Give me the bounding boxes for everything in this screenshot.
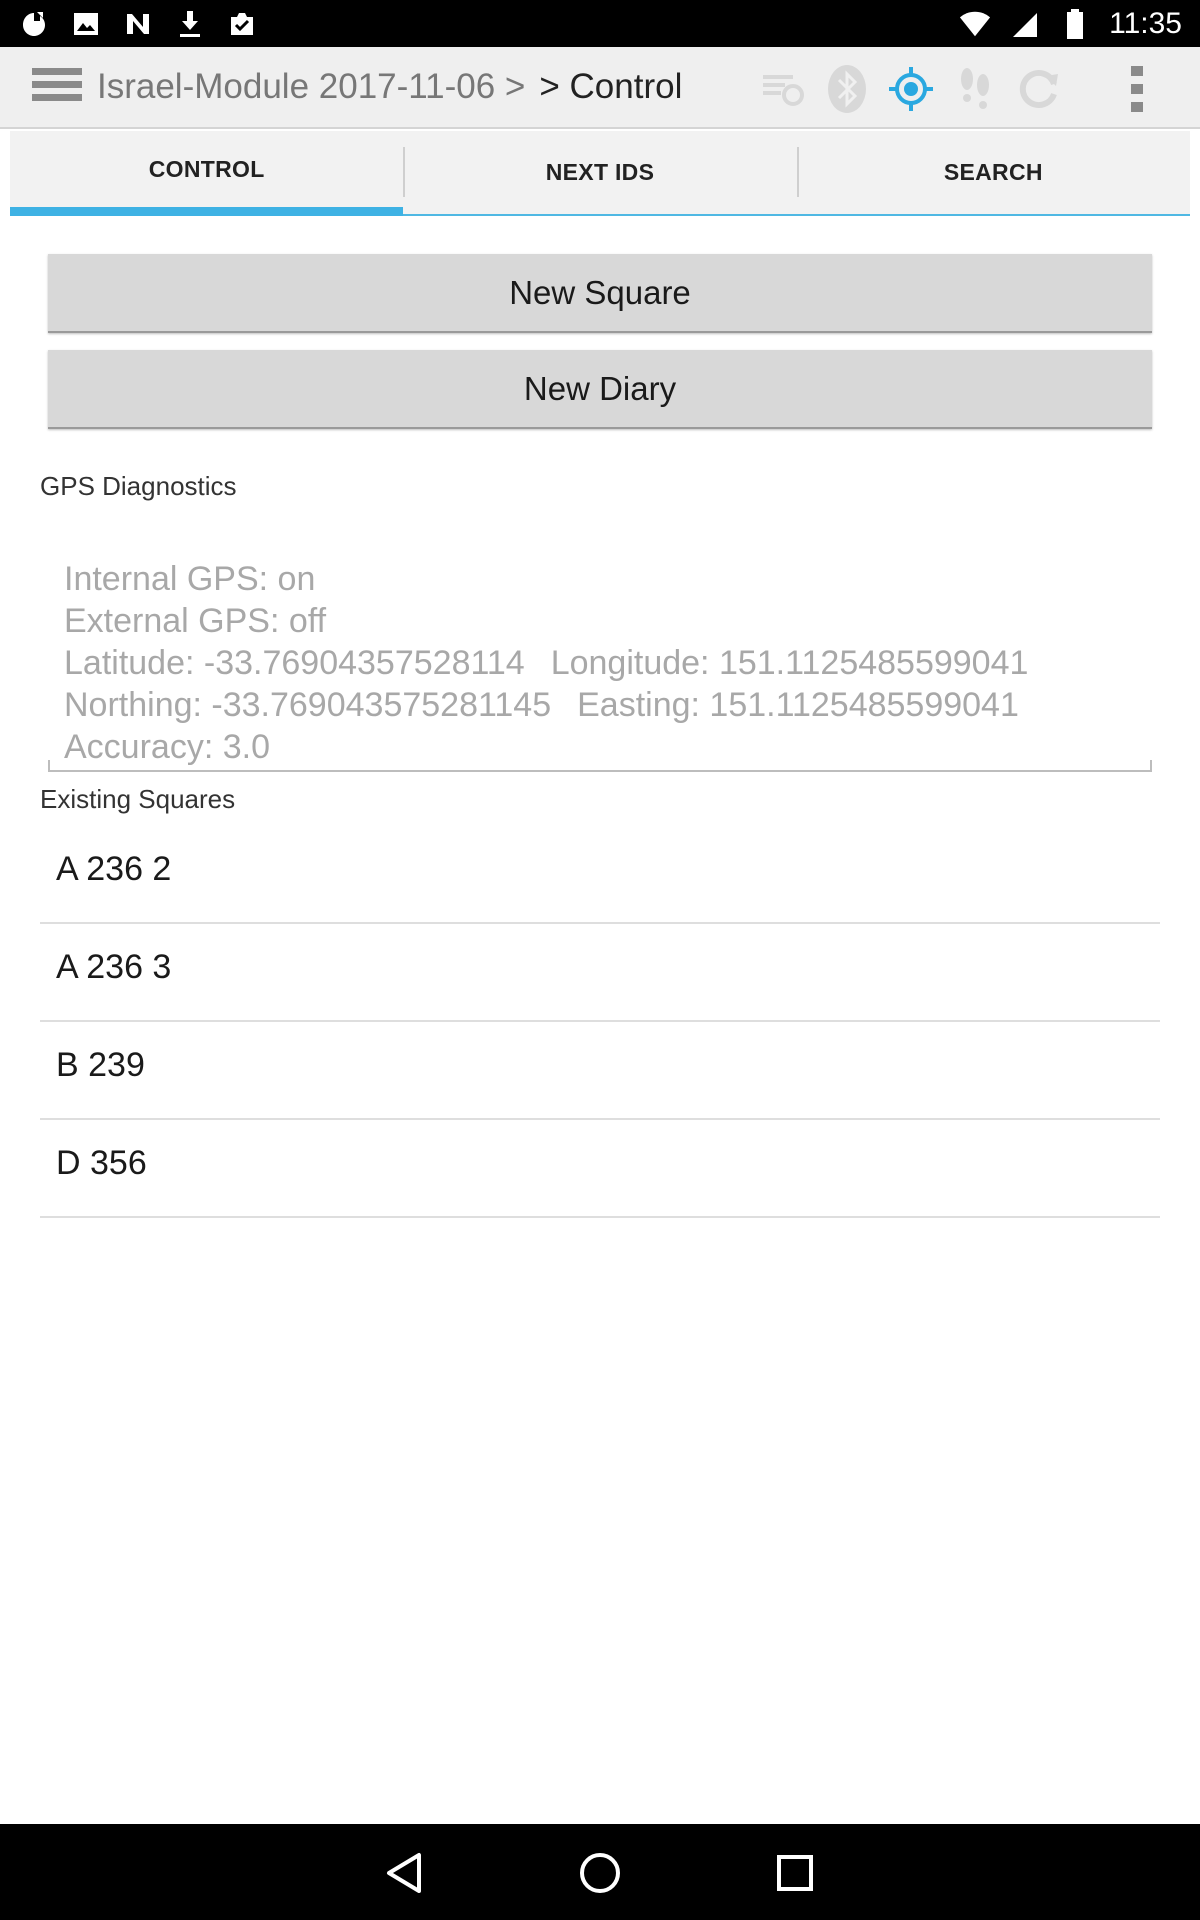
tab-next-ids[interactable]: NEXT IDS: [403, 131, 797, 216]
tab-control[interactable]: CONTROL: [10, 131, 404, 216]
notification-icons: [18, 8, 258, 40]
list-item[interactable]: D 356: [40, 1120, 1160, 1218]
list-item[interactable]: A 236 2: [40, 826, 1160, 924]
existing-squares-label: Existing Squares: [40, 784, 236, 814]
existing-squares-list: A 236 2 A 236 3 B 239 D 356: [40, 826, 1160, 1218]
app-notification-icon: [18, 8, 50, 40]
gps-diagnostics-label: GPS Diagnostics: [40, 471, 237, 501]
new-square-button[interactable]: New Square: [48, 254, 1152, 333]
home-icon[interactable]: [575, 1848, 625, 1898]
lat-lon-row: Latitude: -33.76904357528114 Longitude: 1…: [64, 642, 1152, 684]
breadcrumb-current: > Control: [539, 67, 683, 106]
battery-icon: [1059, 8, 1091, 40]
list-item[interactable]: A 236 3: [40, 924, 1160, 1022]
sync-icon[interactable]: [758, 64, 808, 114]
status-bar: 11:35: [0, 0, 1200, 47]
recents-icon[interactable]: [770, 1848, 820, 1898]
play-store-icon: [226, 8, 258, 40]
easting-value: Easting: 151.1125485599041: [577, 686, 1019, 724]
download-icon: [174, 8, 206, 40]
image-icon: [70, 8, 102, 40]
n-app-icon: [122, 8, 154, 40]
menu-icon[interactable]: [32, 68, 82, 108]
bluetooth-icon[interactable]: [822, 64, 872, 114]
latitude-value: Latitude: -33.76904357528114: [64, 644, 525, 682]
navigation-bar: [0, 1824, 1200, 1920]
overflow-menu-icon[interactable]: [1112, 64, 1162, 114]
refresh-icon[interactable]: [1014, 64, 1064, 114]
northing-easting-row: Northing: -33.769043575281145 Easting: 15…: [64, 684, 1152, 726]
breadcrumb: Israel-Module 2017-11-06 > > Control: [97, 65, 682, 109]
tab-bar: CONTROL NEXT IDS SEARCH: [10, 131, 1190, 216]
back-icon[interactable]: [380, 1848, 430, 1898]
gps-icon[interactable]: [886, 64, 936, 114]
breadcrumb-module[interactable]: Israel-Module 2017-11-06 >: [97, 67, 525, 106]
accuracy-value: Accuracy: 3.0: [64, 728, 270, 766]
external-gps-status: External GPS: off: [64, 602, 327, 640]
wifi-icon: [959, 8, 991, 40]
longitude-value: Longitude: 151.1125485599041: [550, 644, 1029, 682]
gps-diagnostics-field[interactable]: Internal GPS: on External GPS: off Latit…: [48, 546, 1152, 772]
action-bar: Israel-Module 2017-11-06 > > Control: [0, 47, 1200, 129]
internal-gps-status: Internal GPS: on: [64, 560, 316, 598]
list-item[interactable]: B 239: [40, 1022, 1160, 1120]
footprints-icon[interactable]: [950, 64, 1000, 114]
tab-search[interactable]: SEARCH: [796, 131, 1190, 216]
status-right: 11:35: [959, 6, 1182, 42]
northing-value: Northing: -33.769043575281145: [64, 686, 552, 724]
clock: 11:35: [1109, 7, 1182, 40]
new-diary-button[interactable]: New Diary: [48, 350, 1152, 429]
cell-signal-icon: [1009, 8, 1041, 40]
